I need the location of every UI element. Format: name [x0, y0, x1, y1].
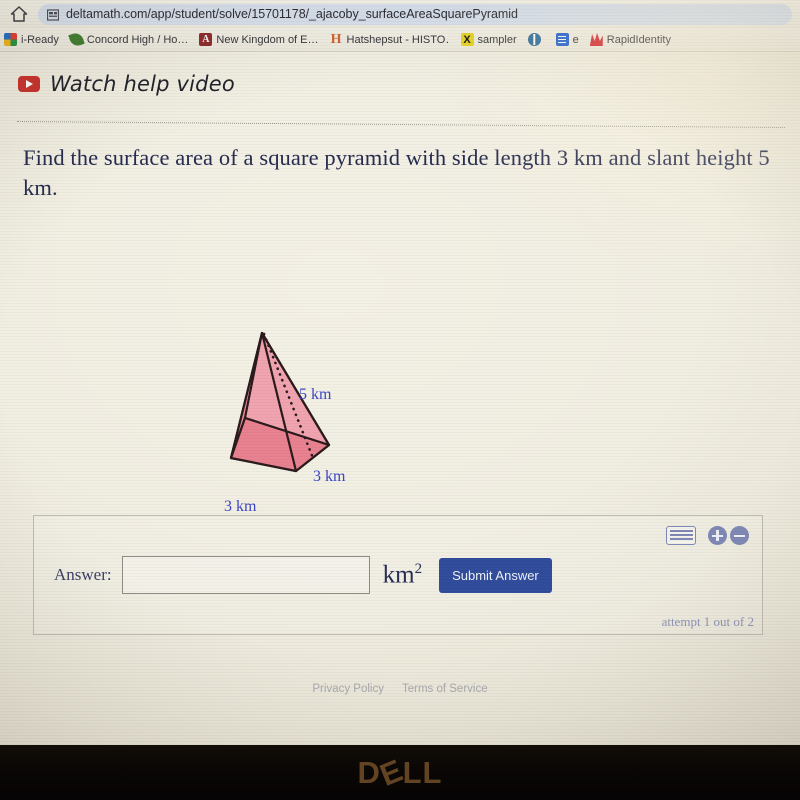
bookmark-new-kingdom[interactable]: A New Kingdom of E… — [199, 33, 319, 46]
bookmark-label: e — [572, 33, 579, 46]
section-divider — [16, 121, 785, 129]
terms-of-service-link[interactable]: Terms of Service — [402, 683, 488, 695]
address-bar[interactable]: deltamath.com/app/student/solve/15701178… — [38, 3, 792, 25]
leaf-icon — [68, 31, 85, 48]
unit-base: km — [382, 561, 415, 589]
bookmark-label: i-Ready — [21, 33, 59, 46]
square-pyramid-diagram: 5 km 3 km 3 km — [195, 268, 395, 515]
bookmark-hatshepsut[interactable]: H Hatshepsut - HISTO… — [330, 31, 450, 47]
unit-exponent: 2 — [414, 561, 423, 578]
answer-tools — [666, 526, 749, 545]
answer-input[interactable] — [121, 556, 370, 594]
plus-circle-icon[interactable] — [708, 526, 727, 545]
site-favicon — [46, 8, 60, 21]
bookmark-globe[interactable] — [527, 33, 545, 46]
laptop-screen: deltamath.com/app/student/solve/15701178… — [0, 0, 800, 745]
letter-x-icon: X — [460, 33, 474, 46]
pyramid-svg — [229, 331, 331, 473]
dell-logo: DELL — [0, 752, 800, 793]
bookmark-sampler[interactable]: X sampler — [460, 33, 517, 46]
keyboard-icon[interactable] — [666, 526, 696, 545]
bookmark-e[interactable]: e — [555, 33, 579, 46]
bottom-edge-label: 3 km — [224, 498, 257, 515]
bookmarks-bar: i-Ready Concord High / Ho… A New Kingdom… — [0, 28, 800, 52]
slant-height-label: 5 km — [299, 386, 332, 403]
watch-help-video-link[interactable]: Watch help video — [18, 72, 235, 96]
photo-of-laptop-screen: deltamath.com/app/student/solve/15701178… — [0, 0, 800, 800]
bookmark-label: Hatshepsut - HISTO… — [346, 33, 450, 46]
iready-icon — [4, 33, 17, 46]
submit-answer-button[interactable]: Submit Answer — [439, 557, 552, 593]
minus-circle-icon[interactable] — [730, 526, 749, 545]
bookmark-label: Concord High / Ho… — [86, 33, 189, 46]
answer-unit: km2 — [382, 561, 423, 589]
bookmark-concord-high[interactable]: Concord High / Ho… — [68, 31, 189, 48]
home-icon[interactable] — [8, 3, 30, 25]
watch-help-video-label: Watch help video — [50, 72, 235, 96]
page-footer: Privacy Policy Terms of Service — [0, 683, 800, 695]
url-text: deltamath.com/app/student/solve/15701178… — [66, 7, 518, 21]
youtube-play-icon — [18, 76, 40, 92]
monitor-bezel: DELL — [0, 745, 800, 800]
letter-a-icon: A — [199, 33, 213, 46]
bookmark-rapididentity[interactable]: RapidIdentity — [589, 33, 671, 46]
globe-icon — [527, 33, 541, 46]
document-icon — [555, 33, 569, 46]
right-edge-label: 3 km — [313, 468, 346, 485]
question-text: Find the surface area of a square pyrami… — [23, 145, 770, 200]
attempt-counter: attempt 1 out of 2 — [661, 614, 754, 629]
browser-toolbar: deltamath.com/app/student/solve/15701178… — [0, 0, 800, 28]
rapididentity-icon — [589, 33, 603, 46]
bookmark-label: RapidIdentity — [606, 33, 671, 46]
bookmark-label: sampler — [477, 33, 517, 46]
answer-label: Answer: — [54, 565, 112, 584]
bookmark-i-ready[interactable]: i-Ready — [4, 33, 59, 46]
privacy-policy-link[interactable]: Privacy Policy — [312, 683, 384, 695]
answer-row: Answer: km2 Submit Answer — [54, 556, 552, 594]
bookmark-label: New Kingdom of E… — [216, 33, 319, 46]
letter-h-icon: H — [330, 31, 342, 47]
answer-panel: Answer: km2 Submit Answer attempt 1 out … — [33, 515, 763, 635]
